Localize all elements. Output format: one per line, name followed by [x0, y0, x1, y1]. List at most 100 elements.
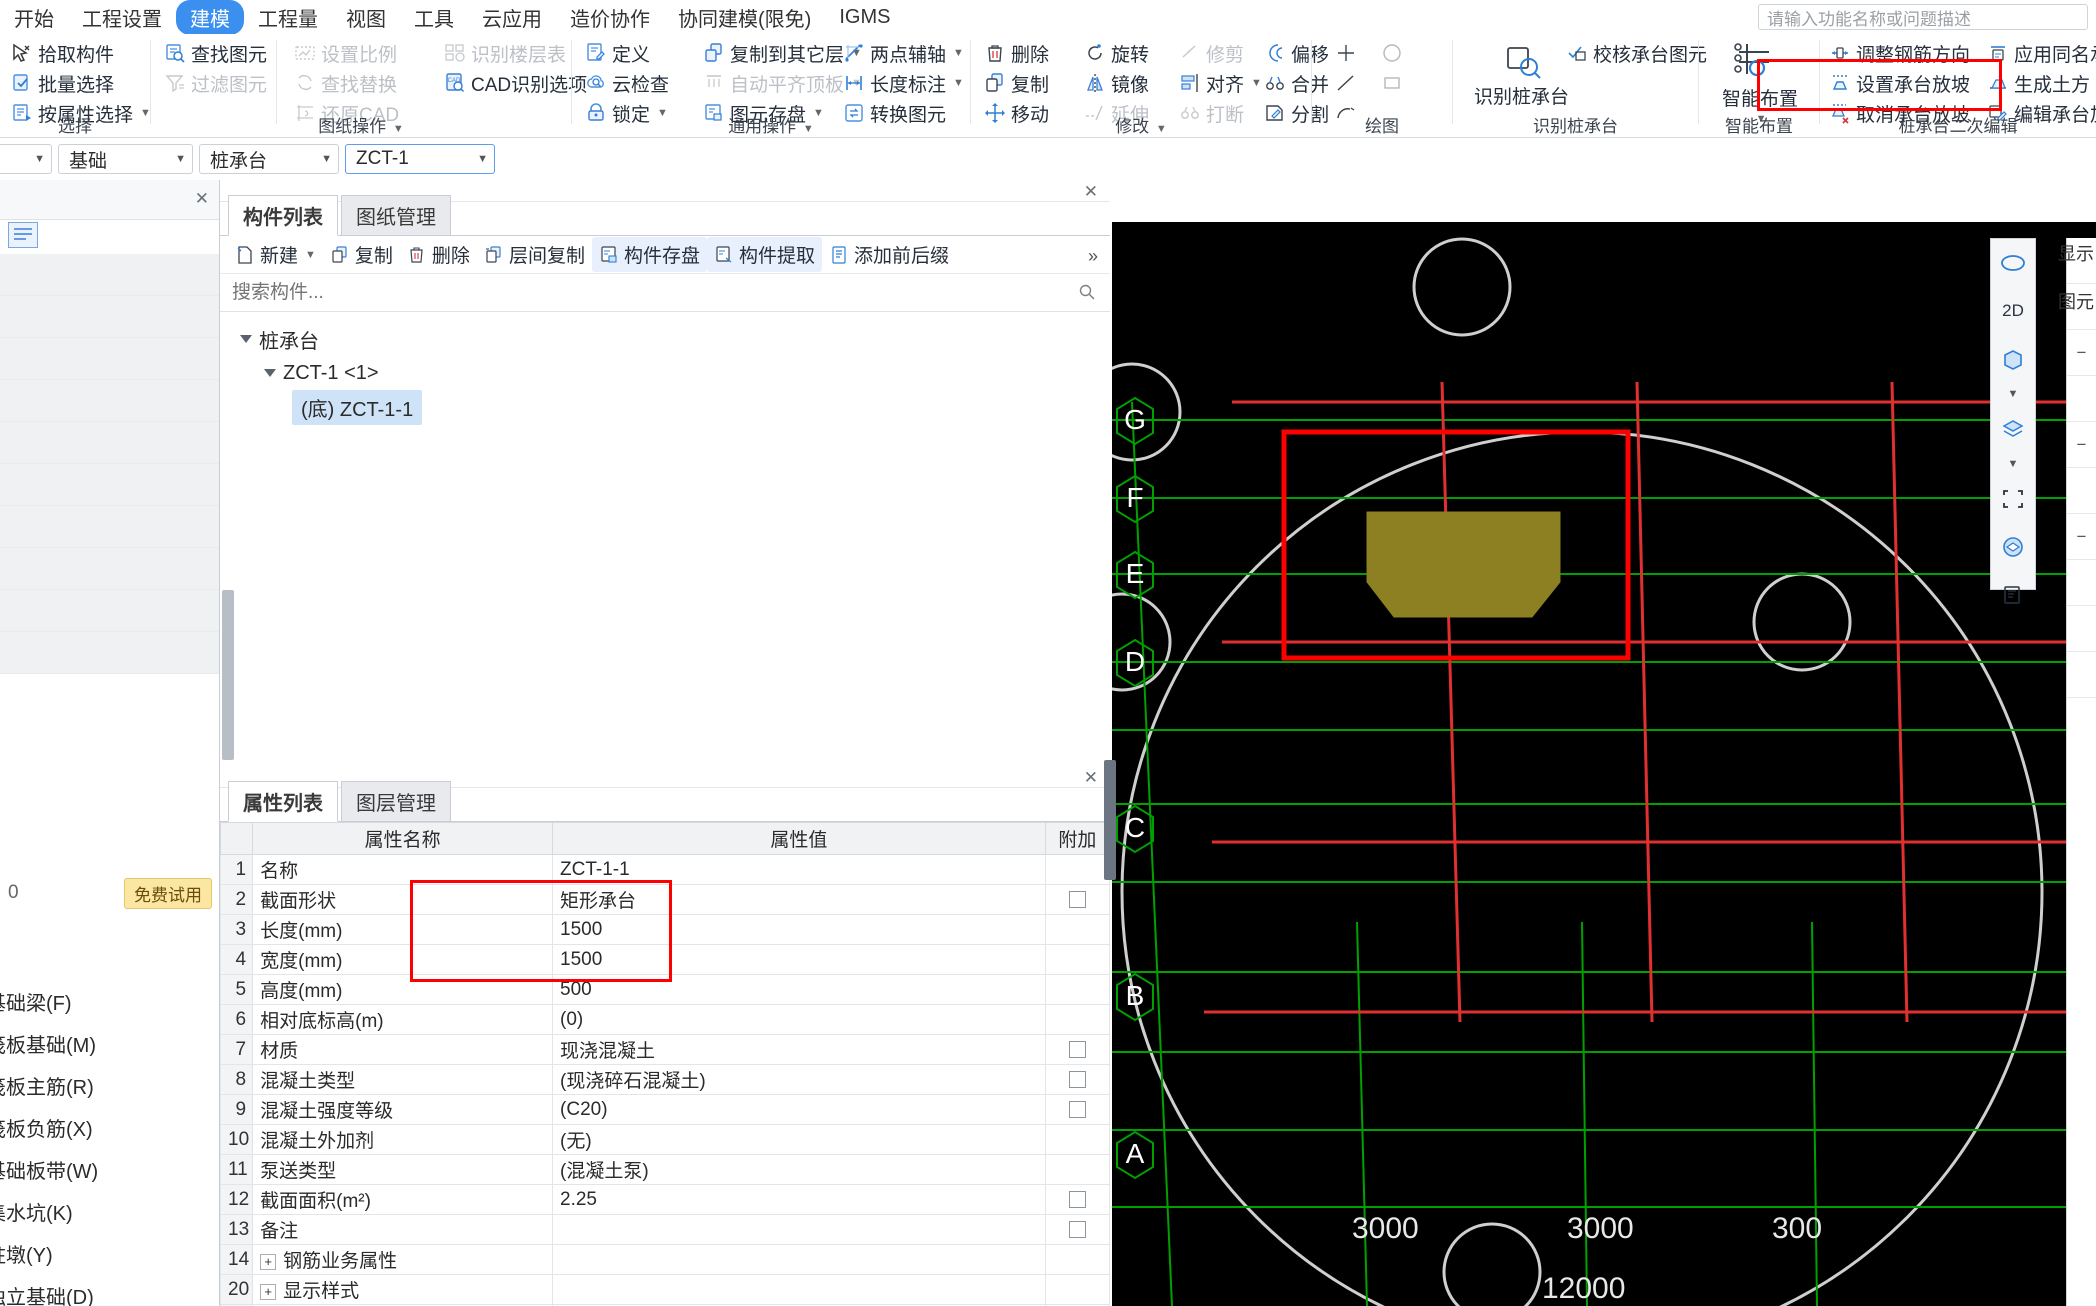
list-icon[interactable]	[8, 222, 38, 248]
nav-item-isolated-foundation[interactable]: 独立基础(D)	[0, 1274, 219, 1306]
floor-select[interactable]: ▼	[0, 144, 52, 174]
close-icon[interactable]: ✕	[1084, 182, 1098, 202]
row-attach[interactable]	[1044, 1034, 1111, 1065]
pick-component-button[interactable]: 拾取构件	[8, 38, 117, 68]
expand-icon[interactable]: +	[260, 1283, 277, 1300]
2d-view-button[interactable]: 2D	[1991, 287, 2035, 335]
menu-item-6[interactable]: 云应用	[468, 0, 556, 35]
component-type-select[interactable]: 桩承台 ▼	[199, 144, 339, 174]
tab-property-list[interactable]: 属性列表	[228, 781, 338, 822]
row-value[interactable]: 1500	[552, 944, 1046, 975]
right-strip-row[interactable]	[2067, 560, 2096, 606]
nav-item-foundation-beam[interactable]: 基础梁(F)	[0, 980, 219, 1022]
right-strip-expand[interactable]: −	[2067, 330, 2096, 376]
batch-select-button[interactable]: 批量选择	[8, 68, 117, 98]
expand-icon[interactable]: +	[260, 1253, 277, 1270]
right-strip-expand[interactable]: −	[2067, 514, 2096, 560]
mirror-button[interactable]: 镜像	[1081, 68, 1152, 98]
canvas-left-scroll-handle[interactable]	[1104, 760, 1116, 880]
right-strip-expand[interactable]: −	[2067, 422, 2096, 468]
row-value[interactable]: (无)	[552, 1124, 1046, 1155]
tab-drawing-management[interactable]: 图纸管理	[341, 195, 451, 235]
menu-item-9[interactable]: IGMS	[825, 3, 904, 32]
chevron-down-icon[interactable]: ▼	[477, 153, 488, 165]
table-row[interactable]: 5 高度(mm) 500	[219, 974, 1111, 1005]
chevron-down-icon[interactable]	[240, 335, 252, 343]
chevron-down-icon[interactable]: ▼	[1156, 123, 1167, 135]
list-view-button[interactable]	[1991, 571, 2035, 619]
table-row[interactable]: 20 + 显示样式	[219, 1274, 1111, 1305]
table-row[interactable]: 9 混凝土强度等级 (C20)	[219, 1094, 1111, 1125]
close-icon[interactable]: ✕	[195, 189, 209, 209]
menu-item-0[interactable]: 开始	[0, 0, 68, 35]
checkbox[interactable]	[1068, 1220, 1086, 1238]
row-value[interactable]: 500	[552, 974, 1046, 1005]
table-row[interactable]: 11 泵送类型 (混凝土泵)	[219, 1154, 1111, 1185]
row-value[interactable]	[552, 1214, 1046, 1245]
row-attach[interactable]	[1044, 1094, 1111, 1125]
draw-line-button[interactable]	[1332, 68, 1360, 98]
chevron-down-icon[interactable]: ▼	[803, 123, 814, 135]
ellipse-view-button[interactable]	[1991, 239, 2035, 287]
row-attach[interactable]	[1044, 1184, 1111, 1215]
nav-item-raft-main-rebar[interactable]: 筏板主筋(R)	[0, 1064, 219, 1106]
table-row[interactable]: 14 + 钢筋业务属性	[219, 1244, 1111, 1275]
layer-box-button[interactable]	[1991, 405, 2035, 453]
menu-item-4[interactable]: 视图	[332, 0, 400, 35]
checkbox[interactable]	[1068, 1070, 1086, 1088]
table-row[interactable]: 7 材质 现浇混凝土	[219, 1034, 1111, 1065]
adjust-rebar-direction-button[interactable]: 调整钢筋方向	[1826, 38, 1973, 68]
tab-layer-management[interactable]: 图层管理	[341, 781, 451, 821]
table-row[interactable]: 6 相对底标高(m) (0)	[219, 1004, 1111, 1035]
checkbox[interactable]	[1068, 1190, 1086, 1208]
component-save-button[interactable]: 构件存盘	[591, 237, 707, 272]
row-value[interactable]: ZCT-1-1	[552, 854, 1046, 885]
menu-item-8[interactable]: 协同建模(限免)	[664, 0, 825, 35]
delete-component-button[interactable]: 删除	[400, 237, 477, 272]
row-value[interactable]: (混凝土泵)	[552, 1154, 1046, 1185]
row-value[interactable]: 1500	[552, 914, 1046, 945]
tree-node-zct1-1[interactable]: (底) ZCT-1-1	[234, 389, 1110, 425]
nav-item-foundation-slab-band[interactable]: 基础板带(W)	[0, 1148, 219, 1190]
row-attach[interactable]	[1044, 1064, 1111, 1095]
nav-item-column-pier[interactable]: 柱墩(Y)	[0, 1232, 219, 1274]
row-attach[interactable]	[1044, 1154, 1111, 1185]
search-input[interactable]: 请输入功能名称或问题描述	[1758, 4, 2088, 30]
two-point-axis-button[interactable]: 两点辅轴 ▼	[840, 38, 967, 68]
define-button[interactable]: 定义	[582, 38, 653, 68]
frame-button[interactable]	[1991, 475, 2035, 523]
right-strip-row[interactable]	[2067, 652, 2096, 698]
component-tree-scrollbar[interactable]	[222, 590, 234, 760]
new-component-button[interactable]: 新建 ▼	[228, 237, 323, 272]
chevron-down-icon[interactable]: ▼	[393, 123, 404, 135]
chevron-down-icon[interactable]: ▼	[953, 77, 964, 89]
nav-item-raft-foundation[interactable]: 筏板基础(M)	[0, 1022, 219, 1064]
set-cap-slope-button[interactable]: 设置承台放坡	[1826, 68, 1973, 98]
draw-point-button[interactable]	[1332, 38, 1360, 68]
row-attach[interactable]	[1044, 854, 1111, 885]
draw-rect-button[interactable]	[1378, 68, 1406, 98]
right-strip-row[interactable]	[2067, 376, 2096, 422]
row-value[interactable]: (现浇碎石混凝土)	[552, 1064, 1046, 1095]
tree-node-pile-cap[interactable]: 桩承台	[234, 322, 1110, 356]
nav-item-sump[interactable]: 集水坑(K)	[0, 1190, 219, 1232]
row-attach[interactable]	[1044, 974, 1111, 1005]
cube-button[interactable]	[1991, 523, 2035, 571]
menu-item-5[interactable]: 工具	[400, 0, 468, 35]
row-attach[interactable]	[1044, 914, 1111, 945]
layer-box-dropdown[interactable]: ▼	[1991, 453, 2035, 475]
menu-item-3[interactable]: 工程量	[244, 0, 332, 35]
row-attach[interactable]	[1044, 1124, 1111, 1155]
row-value[interactable]: (0)	[552, 1004, 1046, 1035]
table-row[interactable]: 8 混凝土类型 (现浇碎石混凝土)	[219, 1064, 1111, 1095]
right-strip-row[interactable]	[2067, 468, 2096, 514]
more-tools-button[interactable]: »	[1088, 246, 1098, 267]
copy-between-floors-button[interactable]: 层间复制	[477, 237, 592, 272]
table-row[interactable]: 10 混凝土外加剂 (无)	[219, 1124, 1111, 1155]
length-dimension-button[interactable]: 长度标注 ▼	[840, 68, 967, 98]
menu-item-1[interactable]: 工程设置	[68, 0, 176, 35]
category-select[interactable]: 基础 ▼	[58, 144, 193, 174]
trial-badge[interactable]: 免费试用	[124, 877, 212, 909]
component-name-select[interactable]: ZCT-1 ▼	[345, 144, 495, 174]
find-element-button[interactable]: 查找图元	[161, 38, 270, 68]
